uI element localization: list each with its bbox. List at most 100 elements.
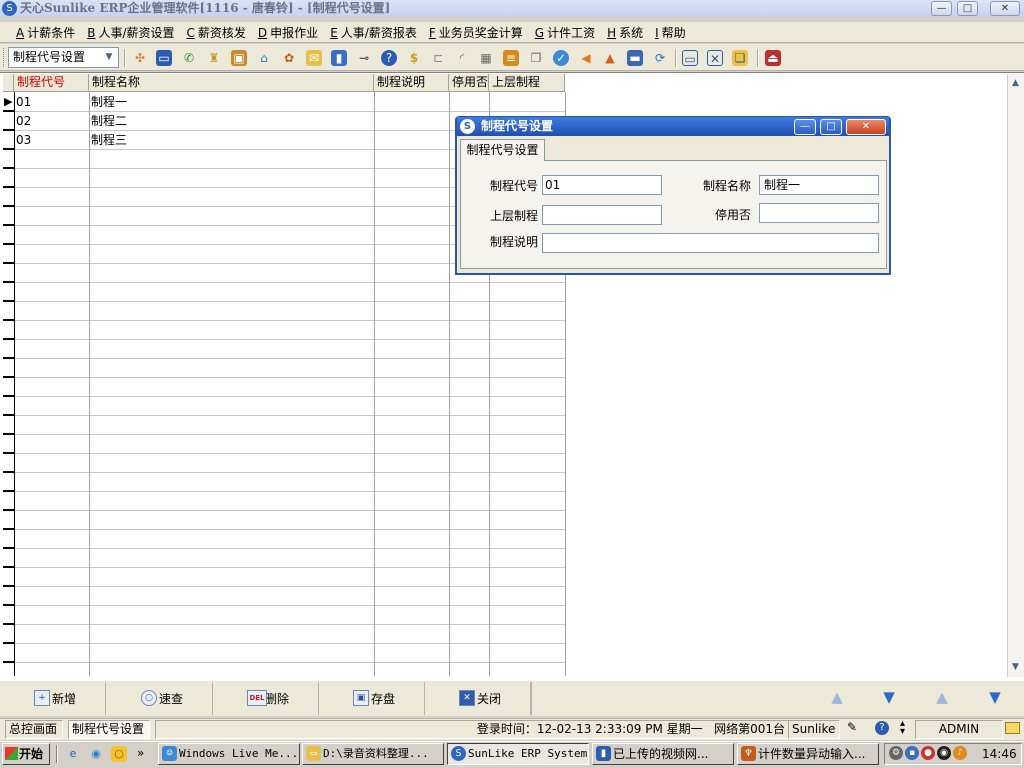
row-indicator[interactable] [3,471,14,473]
chevron-down-icon[interactable]: ▼ [101,48,117,67]
row-indicator[interactable] [3,623,14,625]
outlook-icon[interactable]: ○ [111,746,127,762]
help-icon[interactable]: ? [875,721,889,735]
row-indicator[interactable] [3,604,14,606]
next-record-icon[interactable]: ▼ [881,688,897,706]
row-indicator[interactable] [3,148,14,150]
menu-item-bonus[interactable]: F 业务员奖金计算 [429,24,523,41]
bell-icon[interactable]: ◀ [578,50,594,66]
grid-cell-name[interactable]: 制程二 [89,112,127,131]
task-windows-live[interactable]: ☺ Windows Live Me... [158,743,300,765]
first-record-icon[interactable]: ▲ [829,688,845,706]
maximize-button[interactable]: □ [957,1,978,16]
spinner-icon[interactable]: ▴ ▾ [900,719,905,737]
row-indicator[interactable] [3,224,14,226]
row-indicator[interactable] [3,642,14,644]
user-key-icon[interactable]: ♜ [206,50,222,66]
cascade-icon[interactable]: ❏ [732,50,748,66]
org-chart-icon[interactable]: ▲ [602,50,618,66]
tab-main-console[interactable]: 总控画面 [5,720,63,739]
row-indicator[interactable] [3,129,14,131]
row-indicator[interactable] [3,452,14,454]
refresh-icon[interactable]: ⟳ [652,50,668,66]
quick-search-button[interactable]: ○ 速查 [107,682,213,715]
browser-icon[interactable]: ◉ [88,746,104,762]
scroll-up-icon[interactable]: ▲ [1008,76,1023,90]
disabled-field[interactable] [759,203,879,223]
task-piecework[interactable]: ♆ 计件数量异动输入... [737,743,879,765]
row-indicator[interactable] [3,509,14,511]
help-icon[interactable]: ? [381,50,397,66]
row-indicator[interactable] [3,585,14,587]
antivirus-tray-icon[interactable]: ● [921,746,935,760]
curve-icon[interactable]: ◜ [454,50,470,66]
menu-item-hr-reports[interactable]: E 人事/薪资报表 [330,24,417,41]
parent-field[interactable] [542,205,662,225]
media-tray-icon[interactable]: ◉ [937,746,951,760]
dollar-icon[interactable]: $ [406,50,422,66]
phone-icon[interactable]: ✆ [181,50,197,66]
quicklaunch-more-icon[interactable]: » [137,745,144,761]
key-icon[interactable]: ⊸ [356,50,372,66]
window-icon[interactable]: ▭ [682,50,698,66]
task-folder[interactable]: ▭ D:\录音资料整理... [302,743,444,765]
menu-item-declare[interactable]: D 申报作业 [258,24,318,41]
calculator-icon[interactable]: ▦ [478,50,494,66]
task-video[interactable]: ▮ 已上传的视频网... [592,743,734,765]
cart-icon[interactable]: ⊏ [430,50,446,66]
row-indicator[interactable] [3,338,14,340]
mail-icon[interactable]: ✉ [306,50,322,66]
row-indicator[interactable] [3,661,14,663]
settings-tray-icon[interactable]: ⚙ [889,746,903,760]
screen-icon[interactable]: ▬ [627,50,643,66]
row-indicator[interactable] [3,243,14,245]
tab-current-window[interactable]: 制程代号设置 [68,720,150,739]
close-button[interactable]: ✕ 关闭 [425,682,531,715]
row-indicator[interactable] [3,167,14,169]
grid-header-name[interactable]: 制程名称 [89,74,374,92]
menu-item-system[interactable]: H 系统 [607,24,643,41]
tab-process-code[interactable]: 制程代号设置 [460,139,545,161]
book-icon[interactable]: ▮ [331,50,347,66]
save-button[interactable]: ▣ 存盘 [319,682,425,715]
home-icon[interactable]: ⌂ [256,50,272,66]
row-indicator[interactable] [3,566,14,568]
dialog-minimize-button[interactable]: — [794,119,816,135]
row-indicator[interactable] [3,433,14,435]
close-window-button[interactable]: ✕ [990,1,1020,16]
grid-cell-name[interactable]: 制程三 [89,131,127,150]
row-indicator[interactable] [3,205,14,207]
grid-header-code[interactable]: 制程代号 [14,74,89,92]
task-sunlike-erp[interactable]: S SunLike ERP System [447,743,589,765]
desc-field[interactable] [542,233,879,253]
briefcase-icon[interactable]: ▣ [231,50,247,66]
internet-explorer-icon[interactable]: e [65,746,81,762]
exit-icon[interactable]: ⏏ [765,50,781,66]
row-indicator[interactable] [3,528,14,530]
menu-item-help[interactable]: I 帮助 [655,24,686,41]
menu-item-payroll[interactable]: C 薪资核发 [187,24,246,41]
scroll-down-icon[interactable]: ▼ [1008,660,1023,674]
grid-cell-code[interactable]: 01 [14,93,31,112]
chat-icon[interactable]: ✎ [847,720,863,736]
vertical-scrollbar[interactable] [1007,74,1024,677]
minimize-button[interactable]: — [931,1,952,16]
grid-header-disabled[interactable]: 停用否 [449,74,489,92]
tools-icon[interactable]: ✣ [132,50,148,66]
monitor-icon[interactable]: ▭ [156,50,172,66]
delete-button[interactable]: DEL 删除 [213,682,319,715]
grid-header-parent[interactable]: 上层制程 [489,74,565,92]
row-indicator[interactable] [3,319,14,321]
dialog-close-button[interactable]: ✕ [846,119,886,135]
name-field[interactable]: 制程一 [759,175,879,195]
volume-tray-icon[interactable]: ♪ [953,746,967,760]
row-indicator[interactable] [3,186,14,188]
menu-item-piecework[interactable]: G 计件工资 [535,24,595,41]
row-indicator[interactable] [3,300,14,302]
last-record-icon[interactable]: ▼ [987,688,1003,706]
row-indicator[interactable] [3,547,14,549]
dialog-maximize-button[interactable]: □ [820,119,842,135]
network-tray-icon[interactable]: ▪ [905,746,919,760]
toolbar-grip[interactable] [3,48,6,67]
row-indicator[interactable] [3,414,14,416]
